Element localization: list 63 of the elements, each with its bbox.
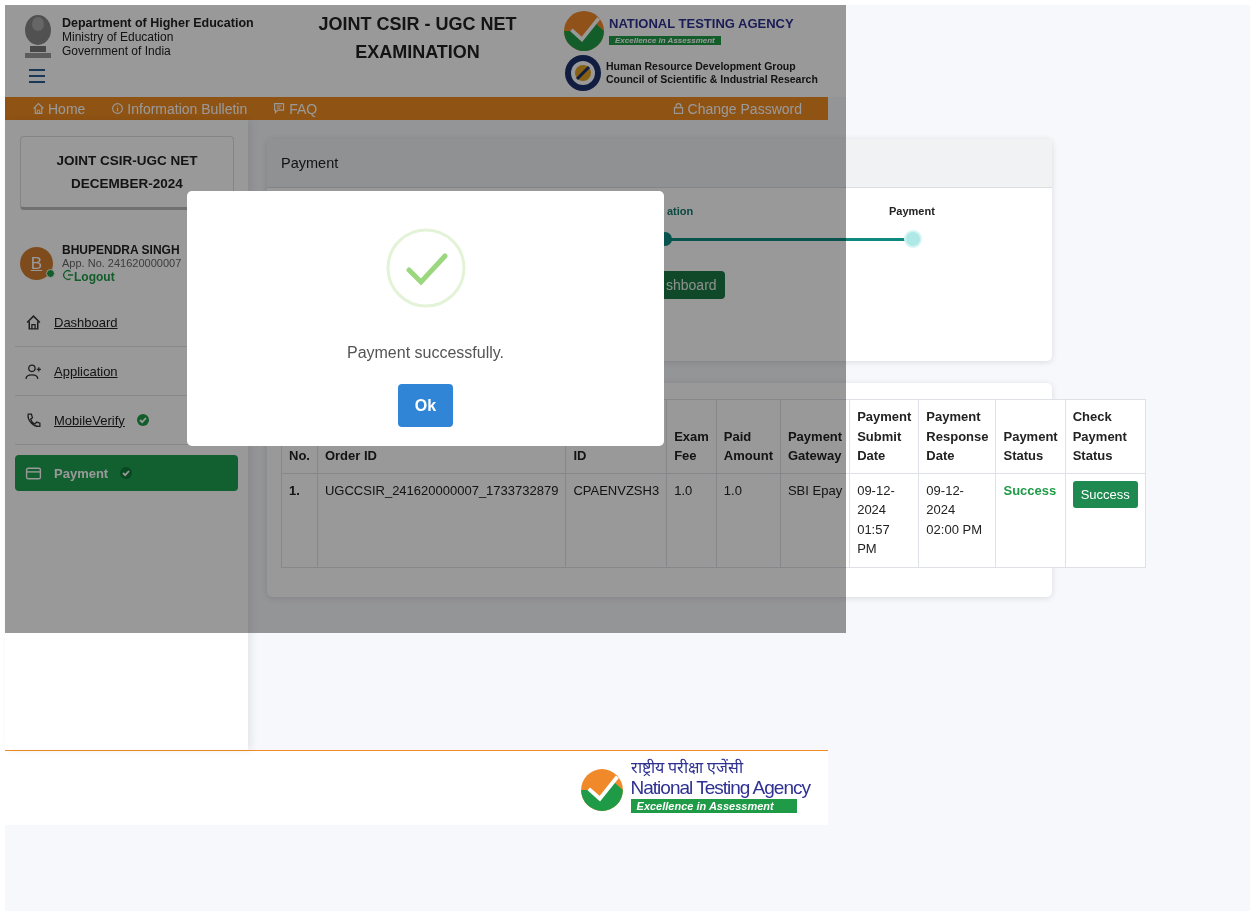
column-header: Payment Submit Date bbox=[849, 399, 919, 473]
agency-hindi-name: राष्ट्रीय परीक्षा एजेंसी bbox=[630, 759, 744, 777]
exam-name: DECEMBER-2024 bbox=[71, 176, 183, 191]
home-icon bbox=[32, 102, 45, 115]
agency-name: NATIONAL TESTING AGENCY bbox=[609, 16, 794, 31]
card-title: Payment bbox=[267, 139, 1052, 188]
sidebar-item-active[interactable]: Payment bbox=[15, 455, 238, 491]
step-label: ation bbox=[667, 205, 694, 217]
phone-icon bbox=[25, 411, 42, 429]
column-header: Payment Gateway bbox=[780, 399, 850, 473]
table-cell: 1.0 bbox=[716, 473, 781, 567]
ministry-text: Ministry of Education bbox=[62, 30, 175, 44]
nav-link[interactable]: FAQ bbox=[273, 97, 318, 120]
column-header: Payment Response Date bbox=[918, 399, 996, 473]
table-cell: UGCCSIR_241620000007_1733732879 bbox=[317, 473, 566, 567]
nav-link[interactable]: Change Password bbox=[671, 97, 802, 120]
column-header: Payment Status bbox=[996, 399, 1066, 473]
column-header: Paid Amount bbox=[716, 399, 781, 473]
table-cell: 1.0 bbox=[666, 473, 717, 567]
success-check-icon bbox=[385, 228, 466, 308]
avatar: B bbox=[20, 247, 53, 280]
lock-icon bbox=[671, 102, 685, 115]
logout-link[interactable]: Logout bbox=[62, 269, 182, 284]
menu-icon[interactable] bbox=[29, 69, 45, 83]
menu-link[interactable]: Dashboard bbox=[54, 314, 118, 330]
agency-tagline: Excellence in Assessment bbox=[609, 36, 721, 45]
info-icon bbox=[111, 102, 125, 115]
agency-name: National Testing Agency bbox=[630, 777, 810, 799]
logo-icon bbox=[563, 10, 605, 52]
table-cell: 1. bbox=[281, 473, 318, 567]
table-cell: 09-12-2024 02:00 PM bbox=[918, 473, 996, 567]
exam-name: JOINT CSIR-UGC NET bbox=[56, 153, 198, 168]
ministry-text: Government of India bbox=[62, 44, 172, 58]
status-button[interactable]: Success bbox=[1072, 480, 1138, 508]
table-cell: 09-12-2024 01:57 PM bbox=[849, 473, 919, 567]
logout-icon bbox=[62, 269, 74, 281]
table-cell: SBI Epay bbox=[780, 473, 850, 567]
status-cell: Success bbox=[996, 473, 1066, 567]
menu-link[interactable]: Payment bbox=[54, 465, 109, 481]
column-header: Exam Fee bbox=[666, 399, 717, 473]
dialog-message: Payment successfully. bbox=[346, 344, 505, 362]
user-name: BHUPENDRA SINGH bbox=[62, 243, 181, 257]
council-name: Council of Scientific & Industrial Research bbox=[606, 73, 818, 86]
department-name: Department of Higher Education bbox=[62, 16, 254, 30]
menu-link[interactable]: MobileVerify bbox=[54, 412, 125, 428]
nav-link[interactable]: Home bbox=[32, 97, 86, 120]
logo-icon bbox=[579, 768, 624, 812]
exam-title: EXAMINATION bbox=[354, 41, 481, 64]
column-header: Check Payment Status bbox=[1065, 399, 1146, 473]
exam-title: JOINT CSIR - UGC NET bbox=[317, 13, 518, 36]
council-name: Human Resource Development Group bbox=[606, 60, 797, 73]
agency-tagline: Excellence in Assessment bbox=[630, 799, 797, 813]
chat-icon bbox=[273, 102, 287, 115]
table-cell: CPAENVZSH3 bbox=[565, 473, 667, 567]
step-label: Payment bbox=[889, 205, 935, 217]
home-icon bbox=[25, 313, 42, 331]
gear-icon bbox=[563, 53, 603, 93]
card-icon bbox=[25, 464, 42, 482]
menu-link[interactable]: Application bbox=[54, 363, 118, 379]
user-plus-icon bbox=[25, 362, 42, 380]
application-number: App. No. 241620000007 bbox=[62, 257, 182, 269]
ok-button[interactable]: Ok bbox=[398, 384, 453, 427]
nav-link[interactable]: Information Bulletin bbox=[111, 97, 248, 120]
